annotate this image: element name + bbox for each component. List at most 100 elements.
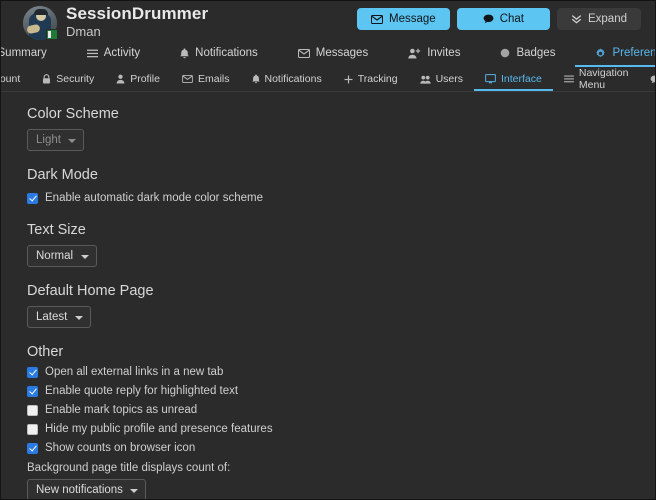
tab-activity-label: Activity bbox=[103, 47, 141, 59]
background-count-select[interactable]: New notifications bbox=[27, 479, 146, 499]
hide-public-profile-label[interactable]: Hide my public profile and presence feat… bbox=[45, 423, 273, 435]
tab-badges-label: Badges bbox=[516, 47, 556, 59]
subtab-emails[interactable]: Emails bbox=[171, 69, 241, 91]
profile-header: SessionDrummer Dman Message Chat Expand bbox=[1, 1, 655, 40]
other-checkbox-row: Enable quote reply for highlighted text bbox=[27, 383, 655, 399]
user-icon bbox=[116, 74, 125, 84]
subtab-security-label: Security bbox=[56, 73, 95, 85]
profile-username: SessionDrummer bbox=[66, 4, 209, 23]
show-counts-browser-icon-checkbox[interactable] bbox=[27, 442, 38, 454]
badge-circle-icon bbox=[500, 48, 510, 58]
section-other: Other Open all external links in a new t… bbox=[27, 344, 655, 499]
background-count-select-wrap: New notifications bbox=[27, 479, 146, 499]
other-checkbox-row: Show counts on browser icon bbox=[27, 440, 655, 456]
profile-names: SessionDrummer Dman bbox=[66, 5, 208, 38]
subtab-profile[interactable]: Profile bbox=[105, 69, 171, 91]
default-home-page-select-wrap: Latest bbox=[27, 306, 91, 328]
other-checkbox-row: Open all external links in a new tab bbox=[27, 364, 655, 380]
subtab-tracking-label: Tracking bbox=[357, 73, 398, 85]
chevrons-down-icon bbox=[571, 14, 582, 24]
subtab-navigation-menu[interactable]: Navigation Menu bbox=[553, 67, 640, 91]
tab-summary[interactable]: Summary bbox=[0, 41, 67, 67]
lock-icon bbox=[42, 74, 51, 84]
chat-bubble-icon bbox=[650, 75, 655, 84]
subtab-chat[interactable]: Chat bbox=[639, 69, 655, 91]
default-home-page-title: Default Home Page bbox=[27, 283, 154, 299]
bell-icon bbox=[180, 47, 189, 59]
avatar[interactable] bbox=[23, 6, 58, 40]
profile-realname: Dman bbox=[66, 23, 101, 39]
default-home-page-select[interactable]: Latest bbox=[27, 306, 91, 328]
preferences-content: Color Scheme Light Dark Mode Enable auto… bbox=[1, 92, 655, 499]
section-color-scheme: Color Scheme Light bbox=[27, 106, 655, 151]
tab-badges[interactable]: Badges bbox=[480, 41, 575, 67]
plus-icon bbox=[344, 75, 353, 84]
subtab-tracking[interactable]: Tracking bbox=[333, 69, 409, 91]
quote-reply-label[interactable]: Enable quote reply for highlighted text bbox=[45, 385, 238, 397]
gear-icon bbox=[595, 47, 606, 59]
tab-notifications-label: Notifications bbox=[195, 47, 258, 59]
color-scheme-title: Color Scheme bbox=[27, 106, 119, 122]
section-dark-mode: Dark Mode Enable automatic dark mode col… bbox=[27, 167, 655, 206]
expand-button[interactable]: Expand bbox=[556, 8, 641, 30]
chat-bubble-icon bbox=[483, 14, 494, 24]
header-actions: Message Chat Expand bbox=[357, 5, 641, 30]
tab-summary-label: Summary bbox=[0, 47, 47, 59]
dark-mode-checkbox-label[interactable]: Enable automatic dark mode color scheme bbox=[45, 192, 263, 204]
other-checkbox-row: Hide my public profile and presence feat… bbox=[27, 421, 655, 437]
envelope-icon bbox=[371, 14, 384, 24]
other-title: Other bbox=[27, 344, 64, 360]
message-button-label: Message bbox=[389, 13, 436, 25]
subtab-account-label: Account bbox=[0, 73, 21, 85]
background-count-label: Background page title displays count of: bbox=[27, 462, 231, 474]
text-size-select[interactable]: Normal bbox=[27, 245, 97, 267]
dark-mode-title: Dark Mode bbox=[27, 167, 98, 183]
subtab-profile-label: Profile bbox=[130, 73, 160, 85]
user-plus-icon bbox=[408, 48, 421, 59]
mark-topics-unread-label[interactable]: Enable mark topics as unread bbox=[45, 404, 197, 416]
bell-icon bbox=[251, 74, 260, 84]
section-text-size: Text Size Normal bbox=[27, 222, 655, 267]
message-button[interactable]: Message bbox=[357, 8, 450, 30]
profile-preferences-page: SessionDrummer Dman Message Chat Expand … bbox=[0, 0, 656, 500]
subtab-emails-label: Emails bbox=[197, 73, 230, 85]
subtab-users-label: Users bbox=[435, 73, 463, 85]
open-external-links-checkbox[interactable] bbox=[27, 366, 38, 378]
text-size-title: Text Size bbox=[27, 222, 86, 238]
tab-notifications[interactable]: Notifications bbox=[160, 41, 278, 67]
tab-invites[interactable]: Invites bbox=[388, 41, 480, 67]
envelope-icon bbox=[297, 48, 310, 58]
hide-public-profile-checkbox[interactable] bbox=[27, 423, 38, 435]
tab-activity[interactable]: Activity bbox=[67, 41, 160, 67]
subtab-users[interactable]: Users bbox=[409, 69, 474, 91]
chat-button[interactable]: Chat bbox=[456, 8, 550, 30]
users-icon bbox=[419, 75, 431, 84]
tab-invites-label: Invites bbox=[427, 47, 461, 59]
other-checkbox-row: Enable mark topics as unread bbox=[27, 402, 655, 418]
color-scheme-select[interactable]: Light bbox=[27, 129, 84, 151]
section-default-home-page: Default Home Page Latest bbox=[27, 283, 655, 328]
subtab-notifications[interactable]: Notifications bbox=[241, 69, 333, 91]
open-external-links-label[interactable]: Open all external links in a new tab bbox=[45, 366, 223, 378]
list-icon bbox=[86, 49, 98, 58]
color-scheme-select-wrap: Light bbox=[27, 129, 84, 151]
show-counts-browser-icon-label[interactable]: Show counts on browser icon bbox=[45, 442, 195, 454]
tab-messages-label: Messages bbox=[315, 47, 369, 59]
tab-messages[interactable]: Messages bbox=[278, 41, 388, 67]
subtab-interface-label: Interface bbox=[501, 73, 542, 85]
quote-reply-checkbox[interactable] bbox=[27, 385, 38, 397]
subtab-navigation-menu-label: Navigation Menu bbox=[578, 67, 629, 91]
subtab-account[interactable]: Account bbox=[0, 69, 31, 91]
list-icon bbox=[563, 75, 574, 83]
subtab-interface[interactable]: Interface bbox=[474, 69, 553, 91]
dark-mode-checkbox[interactable] bbox=[27, 192, 38, 204]
secondary-tabbar: Account Security Profile Emails Notifica… bbox=[0, 67, 655, 91]
primary-tabbar: Summary Activity Notifications Messages … bbox=[1, 41, 655, 67]
tab-preferences-label: Preferences bbox=[612, 47, 656, 59]
monitor-icon bbox=[485, 74, 496, 84]
dark-mode-checkbox-row: Enable automatic dark mode color scheme bbox=[27, 190, 655, 206]
text-size-select-wrap: Normal bbox=[27, 245, 97, 267]
mark-topics-unread-checkbox[interactable] bbox=[27, 404, 38, 416]
subtab-security[interactable]: Security bbox=[31, 69, 105, 91]
tab-preferences[interactable]: Preferences bbox=[575, 41, 656, 67]
